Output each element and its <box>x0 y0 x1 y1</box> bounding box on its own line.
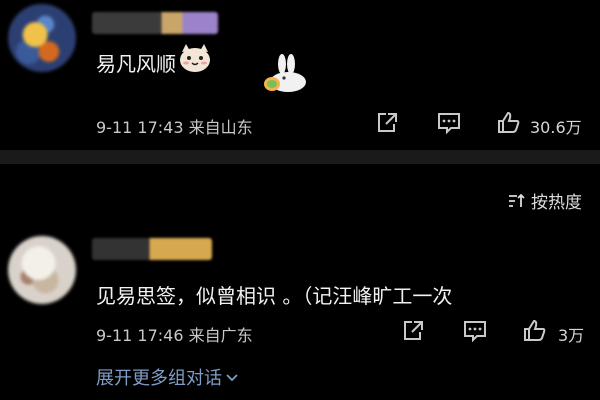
avatar[interactable] <box>8 4 76 72</box>
divider <box>0 150 600 164</box>
comment-location: 来自广东 <box>188 326 253 345</box>
username-blurred[interactable] <box>92 238 212 260</box>
expand-thread-link[interactable]: 展开更多组对话 <box>96 364 239 390</box>
comment-icon[interactable] <box>436 110 462 136</box>
share-icon[interactable] <box>400 318 426 344</box>
comment-icon[interactable] <box>462 318 488 344</box>
sort-button[interactable]: 按热度 <box>507 188 582 213</box>
rabbit-sticker-icon <box>264 54 306 92</box>
like-count: 30.6万 <box>530 118 582 137</box>
comment-meta: 9-11 17:43 来自山东 <box>96 114 253 138</box>
like-icon[interactable] <box>496 110 522 136</box>
comment-meta: 9-11 17:46 来自广东 <box>96 322 253 346</box>
comment-date: 9-11 17:43 <box>96 118 184 137</box>
chevron-down-icon <box>226 374 238 382</box>
comment-text: 见易思签，似曾相识 。（记汪峰旷工一次 <box>96 284 453 308</box>
avatar[interactable] <box>8 236 76 304</box>
like-icon[interactable] <box>522 318 548 344</box>
cat-emoji-icon <box>180 44 210 72</box>
sort-icon <box>509 193 525 207</box>
page: 易凡风顺 9-11 17:43 来自山东 30.6万 按热度 见易思签，似曾相识… <box>0 0 600 400</box>
like-count: 3万 <box>558 326 585 345</box>
username-blurred[interactable] <box>92 12 218 34</box>
expand-thread-label: 展开更多组对话 <box>96 368 222 389</box>
comment-date: 9-11 17:46 <box>96 326 184 345</box>
sort-label: 按热度 <box>531 193 582 213</box>
comment-text: 易凡风顺 <box>96 52 176 76</box>
share-icon[interactable] <box>374 110 400 136</box>
comment-location: 来自山东 <box>188 118 253 137</box>
